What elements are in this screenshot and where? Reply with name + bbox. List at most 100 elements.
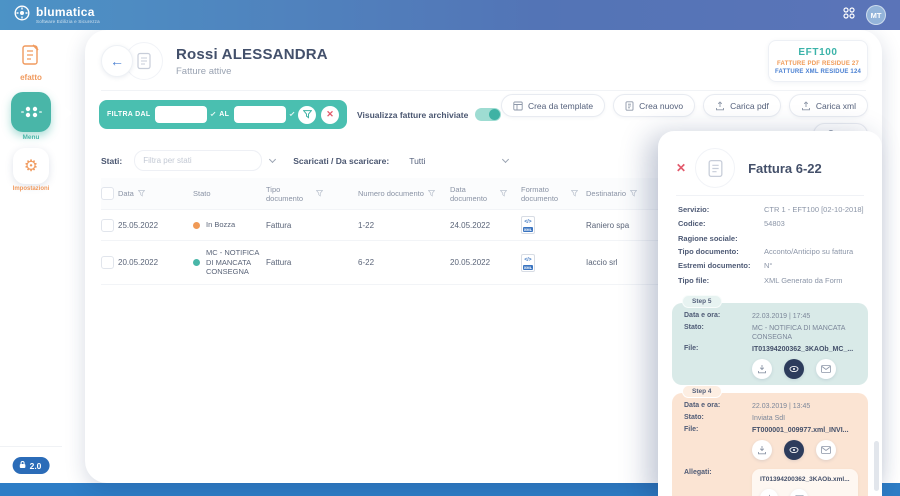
date-filter-bar: FILTRA DAL AL ✕ [99,100,347,129]
close-icon: ✕ [676,161,686,175]
carica-xml-label: Carica xml [816,101,856,111]
funnel-icon[interactable] [500,190,507,197]
panel-divider [676,195,864,196]
field-value: XML Generato da Form [764,276,843,286]
code-glyph: </> [524,257,531,263]
view-file-button[interactable] [784,359,804,379]
sidebar-item-impostazioni[interactable]: ⚙ [13,148,49,184]
upload-icon [715,101,725,111]
cell-numero: 6-22 [358,258,450,267]
archived-toggle[interactable] [475,108,501,121]
chevron-down-icon[interactable] [502,155,509,162]
field-value: Acconto/Anticipo su fattura [764,247,853,257]
panel-title: Fattura 6-22 [748,161,822,176]
email-allegato-button[interactable] [790,489,808,496]
row-checkbox[interactable] [101,256,114,269]
funnel-icon[interactable] [138,190,145,197]
funnel-icon[interactable] [316,190,323,197]
step-file-value: IT01394200362_3KAOb_MC_... [752,345,853,354]
step-file-label: File: [684,345,752,354]
cell-tipo: Fattura [266,221,358,230]
scaricati-select[interactable]: Tutti [401,150,497,171]
row-checkbox[interactable] [101,219,114,232]
step-stato-value: MC - NOTIFICA DI MANCATA CONSEGNA [752,324,856,342]
download-icon [757,445,767,455]
sidebar-item-impostazioni-label: Impostazioni [0,186,62,192]
download-file-button[interactable] [752,440,772,460]
plan-name: EFT100 [773,47,863,58]
filter-to-label: AL [219,111,229,118]
sidebar-active-notch [50,102,73,125]
xml-file-icon[interactable]: </> XML [521,254,535,272]
stati-filter-input[interactable] [143,156,253,165]
step-datetime-label: Data e ora: [684,312,752,321]
plan-credits-box: EFT100 FATTURE PDF RESIDUE 27 FATTURE XM… [768,40,868,82]
select-all-checkbox[interactable] [101,187,114,200]
menu-dots-icon [19,102,43,122]
xml-badge: XML [523,227,533,232]
lock-icon [19,460,27,471]
carica-pdf-button[interactable]: Carica pdf [703,94,781,117]
funnel-icon[interactable] [571,190,578,197]
download-allegato-button[interactable] [760,489,778,496]
step-stato-label: Stato: [684,324,752,342]
crea-da-template-button[interactable]: Crea da template [501,94,605,117]
email-file-button[interactable] [816,440,836,460]
status-dot [193,222,200,229]
funnel-icon[interactable] [428,190,435,197]
close-panel-button[interactable]: ✕ [676,161,686,175]
step-card-5: Step 5 Data e ora:22.03.2019 | 17:45 Sta… [672,303,868,385]
funnel-icon[interactable] [630,190,637,197]
crea-nuovo-label: Crea nuovo [639,101,683,111]
email-file-button[interactable] [816,359,836,379]
filter-to-input[interactable] [234,106,286,123]
stati-filter-input-wrap [134,150,262,171]
blumatica-logo-icon [14,5,30,26]
blumatica-logo: blumatica Software Edilizia e Sicurezza [14,5,100,26]
topbar: blumatica Software Edilizia e Sicurezza … [0,0,900,30]
step-datetime-value: 22.03.2019 | 17:45 [752,312,810,321]
download-file-button[interactable] [752,359,772,379]
plan-xml-residue: FATTURE XML RESIDUE 124 [773,69,863,75]
field-label: Tipo documento: [678,247,764,257]
apply-filter-button[interactable] [298,106,316,124]
scaricati-selected-value: Tutti [409,156,425,166]
version-badge: 2.0 [13,457,50,474]
chevron-down-icon[interactable] [269,155,276,162]
xml-badge: XML [523,265,533,270]
col-formato-documento: Formato documento [521,185,567,203]
step-card-4: Step 4 Data e ora:22.03.2019 | 13:45 Sta… [672,393,868,496]
gear-icon: ⚙ [24,156,38,176]
back-button[interactable]: ← [101,45,133,77]
carica-xml-button[interactable]: Carica xml [789,94,868,117]
cell-stato: In Bozza [206,220,235,229]
cell-numero: 1-22 [358,221,450,230]
field-value: N° [764,261,772,271]
stati-label: Stati: [101,156,122,166]
col-tipo-documento: Tipo documento [266,185,312,203]
cell-data: 20.05.2022 [118,258,193,267]
clear-filter-button[interactable]: ✕ [321,106,339,124]
xml-file-icon[interactable]: </>XML [521,216,535,234]
user-avatar[interactable]: MT [866,5,886,25]
efatto-logo-icon [20,54,42,71]
plan-pdf-residue: FATTURE PDF RESIDUE 27 [773,61,863,67]
efatto-label: efatto [0,73,62,82]
col-data-documento: Data documento [450,185,496,203]
cell-stato: MC - NOTIFICA DI MANCATA CONSEGNA [206,248,262,276]
page-title: Rossi ALESSANDRA [176,46,328,63]
apps-grid-icon[interactable] [842,6,856,25]
archived-toggle-label: Visualizza fatture archiviate [357,110,468,120]
view-file-button[interactable] [784,440,804,460]
cell-data: 25.05.2022 [118,221,193,230]
col-destinatario: Destinatario [586,189,626,198]
eye-icon [789,365,799,373]
field-label: Tipo file: [678,276,764,286]
field-label: Servizio: [678,205,764,215]
crea-nuovo-button[interactable]: Crea nuovo [613,94,695,117]
scaricati-label: Scaricati / Da scaricare: [293,156,389,166]
filter-from-input[interactable] [155,106,207,123]
sidebar-item-menu[interactable] [11,92,51,132]
step-stato-value: Inviata SdI [752,414,785,423]
panel-scrollbar[interactable] [874,441,879,491]
